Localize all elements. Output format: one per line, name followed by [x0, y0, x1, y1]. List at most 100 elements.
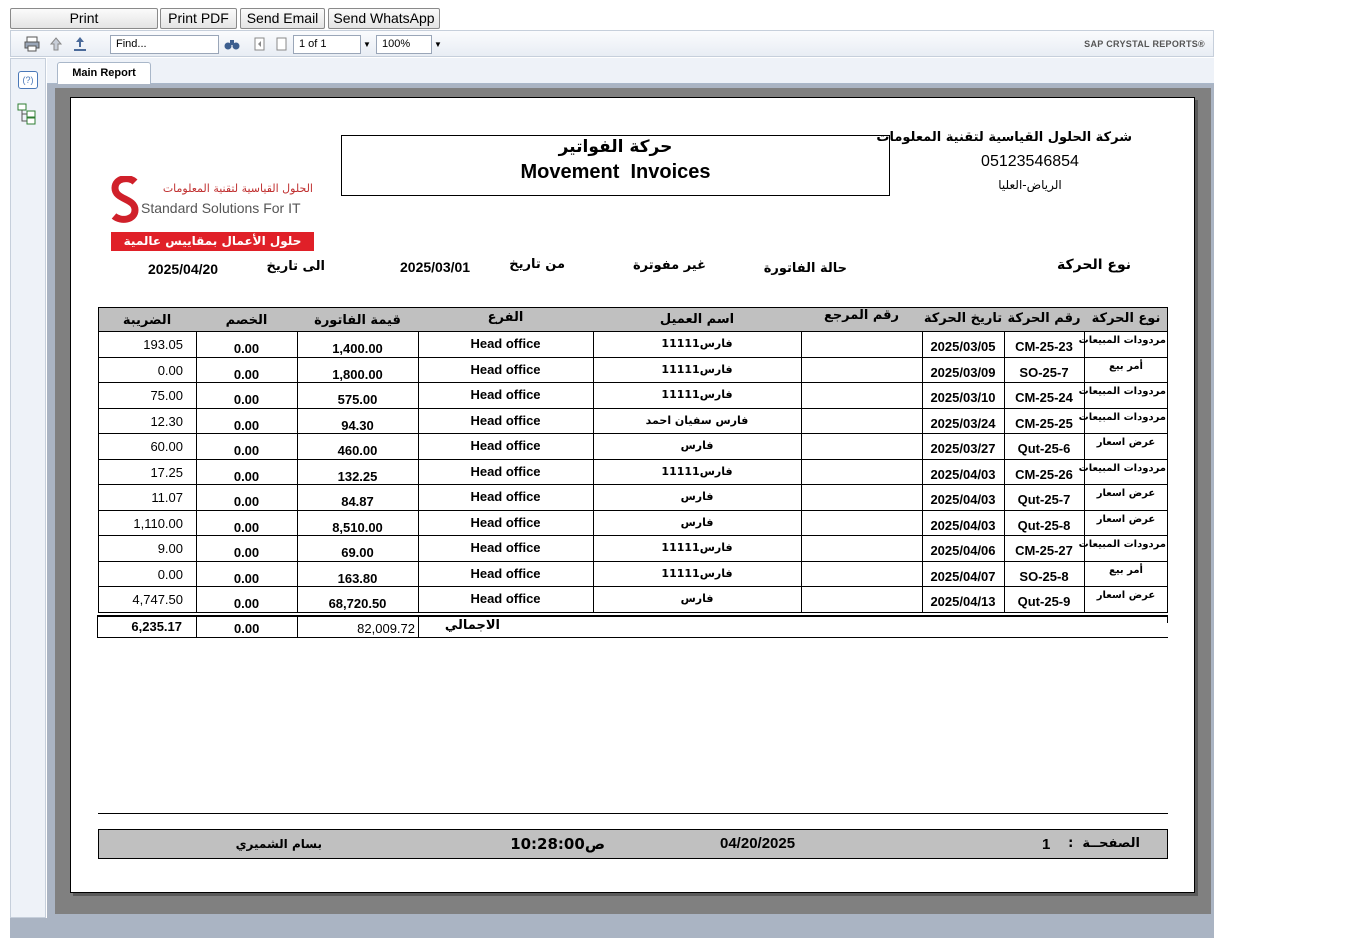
cell-branch: Head office — [470, 566, 541, 581]
cell-date: 2025/04/03 — [930, 492, 996, 507]
group-tree-icon[interactable] — [17, 103, 37, 130]
cell-customer: فارس11111 — [661, 541, 733, 554]
cell-branch: Head office — [470, 540, 541, 555]
cell-discount: 0.00 — [233, 545, 260, 560]
table-cell-divider — [98, 358, 99, 383]
cell-branch: Head office — [470, 438, 541, 453]
cell-branch: Head office — [470, 591, 541, 606]
cell-date: 2025/03/24 — [930, 416, 996, 431]
report-toolbar: Find... 1 of 1 ▼ 100% ▼ SAP CRYSTAL REPO… — [10, 30, 1214, 57]
cell-discount: 0.00 — [233, 443, 260, 458]
left-panel: (?) — [10, 58, 46, 918]
cell-discount: 0.00 — [233, 367, 260, 382]
cell-customer: فارس — [680, 490, 714, 503]
status-value: غير مفوترة — [633, 258, 706, 273]
printer-icon[interactable] — [23, 35, 41, 53]
binoculars-icon[interactable] — [223, 35, 241, 53]
tab-main-report[interactable]: Main Report — [57, 62, 151, 84]
cell-customer: فارس — [680, 439, 714, 452]
page-indicator-field[interactable]: 1 of 1 — [293, 35, 361, 54]
footer-page-label: الصفحــة : — [1068, 836, 1140, 851]
zoom-select[interactable]: 100% — [376, 35, 432, 54]
footer-date: 04/20/2025 — [720, 835, 796, 852]
cell-date: 2025/03/09 — [930, 365, 996, 380]
cell-tax: 75.00 — [150, 388, 183, 403]
cell-customer: فارس — [680, 516, 714, 529]
find-input[interactable]: Find... — [110, 35, 219, 54]
table-cell-divider — [1084, 434, 1085, 460]
export-icon[interactable] — [71, 35, 89, 53]
table-cell-divider — [1167, 536, 1168, 562]
table-cell-divider — [801, 383, 802, 409]
company-city: الرياض-العليا — [998, 178, 1062, 192]
print-pdf-button[interactable]: Print PDF — [160, 8, 237, 29]
first-page-icon[interactable] — [251, 35, 269, 53]
report-title-ar: حركة الفواتير — [558, 137, 673, 157]
type-label: نوع الحركة — [1057, 257, 1131, 273]
cell-amount: 69.00 — [341, 545, 374, 560]
cell-branch: Head office — [470, 336, 541, 351]
brand-label: SAP CRYSTAL REPORTS® — [1084, 39, 1205, 49]
cell-tax: 11.07 — [151, 490, 183, 505]
table-cell-divider — [1167, 587, 1168, 613]
totals-divider — [297, 617, 298, 637]
cell-date: 2025/04/03 — [930, 518, 996, 533]
table-cell-divider — [801, 409, 802, 434]
totals-discount: 0.00 — [234, 621, 260, 636]
print-button[interactable]: Print — [10, 8, 158, 29]
cell-discount: 0.00 — [233, 596, 260, 611]
cell-discount: 0.00 — [233, 469, 260, 484]
footer-user: بسام الشميري — [235, 837, 322, 851]
col-header-number: رقم الحركة — [1007, 311, 1081, 326]
chevron-down-icon[interactable]: ▼ — [434, 40, 442, 49]
send-whatsapp-button[interactable]: Send WhatsApp — [328, 8, 440, 29]
cell-date: 2025/04/06 — [930, 543, 996, 558]
from-date-label: من تاريخ — [509, 257, 565, 272]
cell-tax: 17.25 — [150, 465, 183, 480]
cell-customer: فارس11111 — [661, 465, 733, 478]
cell-amount: 1,400.00 — [332, 341, 383, 356]
table-cell-divider — [98, 332, 99, 358]
table-cell-divider — [1084, 485, 1085, 511]
table-cell-divider — [1167, 434, 1168, 460]
cell-number: Qut-25-6 — [1017, 441, 1071, 456]
cell-type: مردودات المبيعات — [1078, 335, 1166, 346]
logo-s-mark — [111, 175, 139, 229]
cell-branch: Head office — [470, 413, 541, 428]
table-cell-divider — [98, 562, 99, 587]
cell-branch: Head office — [470, 387, 541, 402]
cell-tax: 9.00 — [157, 541, 183, 556]
totals-divider — [418, 617, 419, 637]
cell-number: CM-25-24 — [1015, 390, 1073, 405]
col-header-date: تاريخ الحركة — [923, 311, 1003, 326]
company-name: شركة الحلول القياسية لتقنية المعلومات — [876, 130, 1132, 145]
table-cell-divider — [1167, 332, 1168, 358]
cell-customer: فارس11111 — [661, 567, 733, 580]
table-cell-divider — [98, 460, 99, 485]
prev-page-icon[interactable] — [273, 35, 291, 53]
send-email-button[interactable]: Send Email — [240, 8, 325, 29]
cell-number: CM-25-25 — [1015, 416, 1073, 431]
bottom-strip — [10, 918, 1214, 938]
cell-number: Qut-25-8 — [1017, 518, 1071, 533]
cell-type: أمر بيع — [1109, 565, 1143, 576]
col-header-ref: رقم المرجع — [823, 308, 900, 323]
cell-branch: Head office — [470, 489, 541, 504]
cell-customer: فارس — [680, 592, 714, 605]
table-cell-divider — [98, 536, 99, 562]
table-cell-divider — [801, 358, 802, 383]
cell-tax: 12.30 — [150, 414, 183, 429]
to-date-label: الى تاريخ — [266, 259, 325, 274]
cell-type: مردودات المبيعات — [1078, 386, 1166, 397]
table-cell-divider — [98, 383, 99, 409]
cell-number: SO-25-7 — [1019, 365, 1069, 380]
chevron-down-icon[interactable]: ▼ — [363, 40, 371, 49]
table-cell-divider — [98, 511, 99, 536]
help-icon[interactable]: (?) — [18, 71, 38, 89]
logo-banner: حلول الأعمال بمقاييس عالمية — [111, 232, 314, 251]
export-up-icon[interactable] — [47, 35, 65, 53]
col-header-amount: قيمة الفاتورة — [314, 313, 401, 328]
cell-customer: فارس سفيان احمد — [645, 414, 749, 427]
footer-page-number: 1 — [1042, 836, 1051, 853]
cell-discount: 0.00 — [233, 520, 260, 535]
